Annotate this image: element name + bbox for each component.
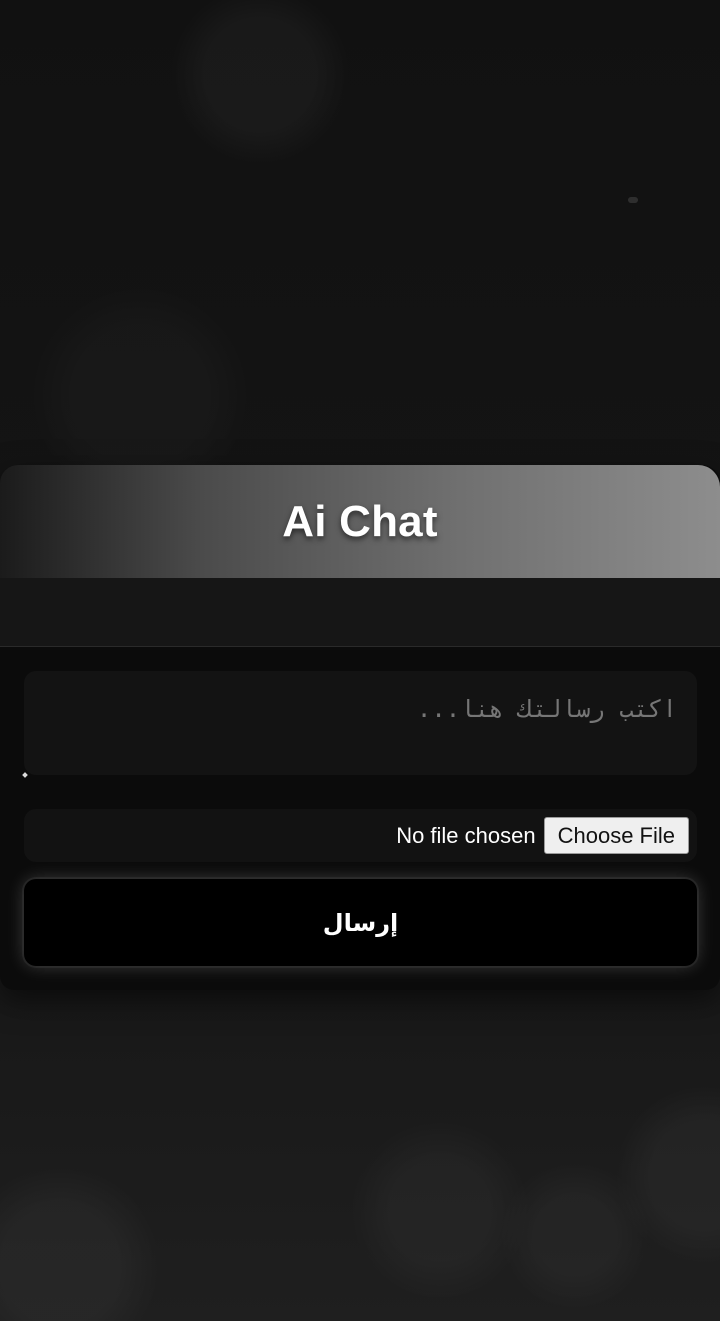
send-button[interactable]: إرسال [24,879,697,966]
textarea-resize-handle[interactable] [22,772,28,778]
chat-title: Ai Chat [282,496,438,546]
choose-file-button[interactable]: Choose File [543,817,689,854]
message-input[interactable] [24,671,697,775]
page-background: Ai Chat No file chosen Choose File إرسال [0,0,720,1321]
chat-message-area [0,578,720,647]
file-upload-row: No file chosen Choose File [24,809,697,862]
chat-panel: Ai Chat No file chosen Choose File إرسال [0,465,720,990]
background-light-dot [628,197,638,203]
file-status-text: No file chosen [396,822,536,848]
chat-header: Ai Chat [0,465,720,578]
